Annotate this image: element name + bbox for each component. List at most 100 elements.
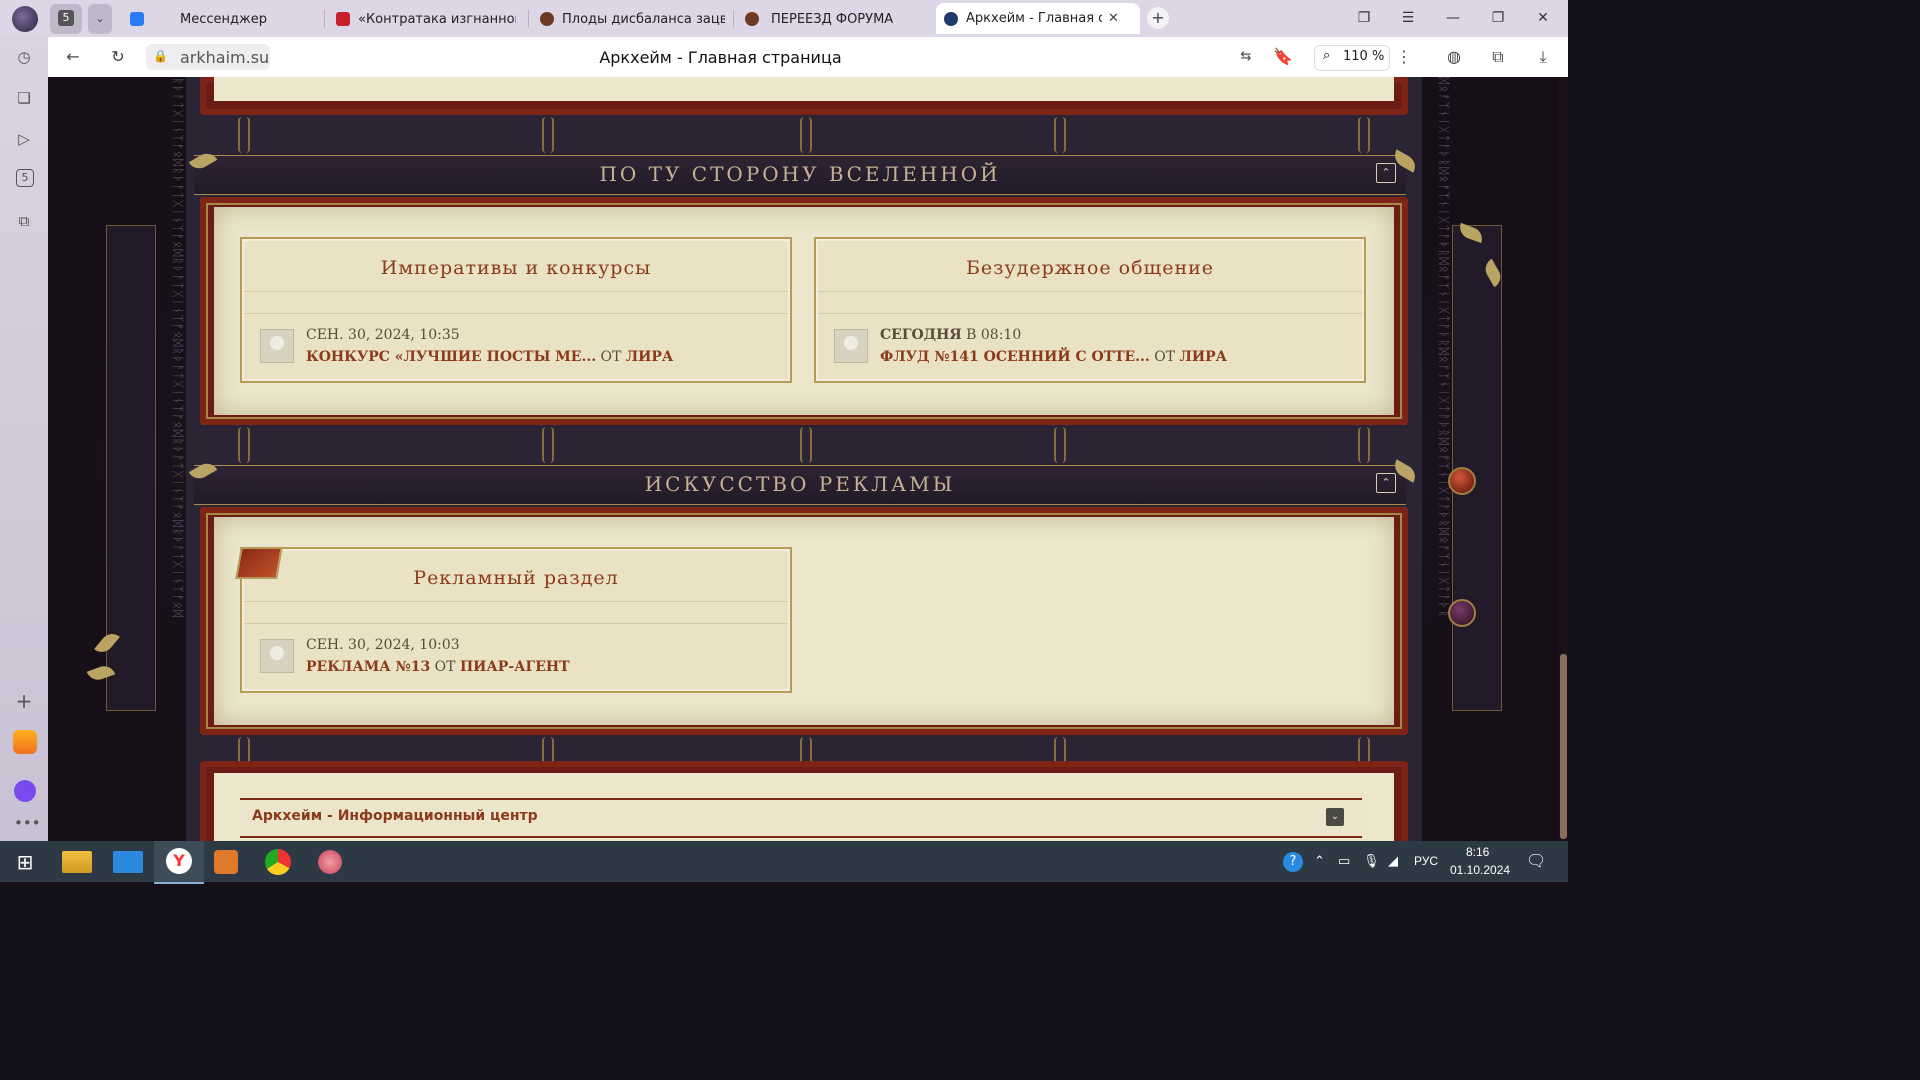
info-center-bar: Аркхейм - Информационный центр ⌄: [240, 798, 1362, 838]
previous-category-inner: [214, 77, 1394, 101]
avatar[interactable]: [834, 329, 868, 363]
previous-category-box: [200, 77, 1408, 115]
forum-card[interactable]: Рекламный раздел СЕН. 30, 2024, 10:03 РЕ…: [235, 547, 792, 693]
sidebar-tabs-badge[interactable]: 5: [16, 169, 34, 187]
tab-label: Мессенджер: [180, 11, 267, 27]
notifications-icon[interactable]: 🗨: [1526, 851, 1546, 871]
tab-plody[interactable]: Плоды дисбаланса зацве: [540, 4, 725, 34]
tab-kontrataka[interactable]: «Контратака изгнанного: [336, 4, 516, 34]
alice-icon[interactable]: [14, 780, 36, 802]
last-post-author-link[interactable]: ЛИРА: [1180, 349, 1228, 365]
kebab-menu-icon[interactable]: ⋮: [1393, 46, 1415, 68]
messenger-icon: [130, 12, 144, 26]
avatar[interactable]: [260, 639, 294, 673]
chain: [238, 117, 250, 153]
forum-card[interactable]: Безудержное общение СЕГОДНЯ В 08:10 ФЛУД…: [814, 237, 1366, 383]
translate-icon[interactable]: ⇆: [1235, 46, 1257, 68]
last-post-date: СЕН. 30, 2024, 10:03: [306, 637, 460, 653]
divider: [244, 291, 788, 292]
page-title: Аркхейм - Главная страница: [599, 48, 842, 67]
rune-border-right: ᛞᛟᚠᛉᚾᛁᚷᛏᚨᚦᚱᛞᛟᚠᛉᚾᛁᚷᛏᚨᚦᚱᛞᛟᚠᛉᚾᛁᚷᛏᚨᚦᚱᛞᛟᚠᛉᚾᛁᚷ…: [1437, 77, 1450, 619]
microphone-icon[interactable]: 🎙: [1363, 853, 1380, 869]
tab-messenger[interactable]: Мессенджер: [130, 4, 315, 34]
tab-bar: 5 ⌄ Мессенджер «Контратака изгнанного Пл…: [0, 0, 1568, 37]
reload-icon[interactable]: ↻: [107, 46, 129, 68]
divider: [244, 601, 788, 602]
collapse-category-button[interactable]: ⌃: [1376, 163, 1396, 183]
info-center-title[interactable]: Аркхейм - Информационный центр: [252, 808, 538, 824]
tabs-dropdown-icon[interactable]: ⌄: [88, 4, 112, 34]
avatar[interactable]: [260, 329, 294, 363]
clock-date[interactable]: 01.10.2024: [1450, 863, 1510, 877]
url-field[interactable]: 🔒 arkhaim.su: [146, 44, 270, 70]
download-icon[interactable]: ⤓: [1532, 46, 1554, 68]
media-player-icon[interactable]: [214, 850, 238, 874]
zoom-icon: ⌕: [1323, 48, 1331, 63]
scrollbar-thumb[interactable]: [1560, 654, 1567, 839]
windows-start-icon[interactable]: ⊞: [10, 847, 40, 877]
chain: [800, 117, 812, 153]
history-icon[interactable]: ◷: [14, 47, 34, 67]
screenshot-icon[interactable]: ⧉: [14, 211, 34, 231]
clock-time[interactable]: 8:16: [1466, 845, 1489, 859]
forum-title[interactable]: Императивы и конкурсы: [242, 257, 790, 279]
address-bar: ← ↻ 🔒 arkhaim.su Аркхейм - Главная стран…: [48, 37, 1568, 78]
expand-category-button[interactable]: ⌄: [1326, 808, 1344, 826]
video-icon[interactable]: ▷: [14, 129, 34, 149]
mail-icon[interactable]: [13, 730, 37, 754]
bookmark-icon[interactable]: 🔖: [1272, 46, 1294, 68]
tab-arkhaim-active[interactable]: Аркхейм - Главная стр ✕: [936, 3, 1140, 34]
last-post-topic-link[interactable]: РЕКЛАМА №13: [306, 659, 430, 675]
last-post-topic-link[interactable]: КОНКУРС «ЛУЧШИЕ ПОСТЫ МЕ...: [306, 349, 596, 365]
help-icon[interactable]: ?: [1283, 852, 1303, 872]
zoom-level: 110 %: [1343, 49, 1385, 64]
minimize-icon[interactable]: —: [1443, 8, 1463, 28]
tray-chevron-icon[interactable]: ⌃: [1314, 853, 1325, 869]
menu-icon[interactable]: ☰: [1398, 8, 1418, 28]
more-icon[interactable]: •••: [14, 813, 41, 833]
chrome-icon[interactable]: [265, 849, 291, 875]
battery-icon[interactable]: ▭: [1338, 853, 1350, 869]
tab-label: Аркхейм - Главная стр: [966, 11, 1102, 26]
lock-icon: 🔒: [153, 49, 168, 63]
new-tab-button[interactable]: +: [1147, 7, 1169, 29]
language-indicator[interactable]: РУС: [1414, 854, 1438, 868]
tab-counter-button[interactable]: 5: [50, 4, 82, 34]
close-tab-icon[interactable]: ✕: [1108, 11, 1119, 26]
page-scrollbar[interactable]: [1558, 77, 1568, 841]
extensions-icon[interactable]: ⧉: [1487, 46, 1509, 68]
profile-avatar[interactable]: [12, 6, 38, 32]
mail-app-icon[interactable]: [113, 851, 143, 873]
divider: [244, 623, 788, 624]
last-post-time: В 08:10: [966, 327, 1022, 343]
collapse-category-button[interactable]: ⌃: [1376, 473, 1396, 493]
last-post-date: СЕН. 30, 2024, 10:35: [306, 327, 460, 343]
yandex-browser-taskbar-icon[interactable]: Y: [154, 841, 204, 884]
site-favicon: [336, 12, 350, 26]
divider: [244, 313, 788, 314]
tab-separator: [733, 10, 734, 28]
last-post-topic-link[interactable]: ФЛУД №141 ОСЕННИЙ С ОТТЕ...: [880, 349, 1150, 365]
tabs-icon[interactable]: ❏: [14, 88, 34, 108]
last-post-author-link[interactable]: ПИАР-АГЕНТ: [460, 659, 570, 675]
vpn-icon[interactable]: ◍: [1443, 46, 1465, 68]
category-title: ИСКУССТВО РЕКЛАМЫ: [644, 472, 956, 496]
today-label: СЕГОДНЯ: [880, 327, 962, 343]
file-explorer-icon[interactable]: [62, 851, 92, 873]
url-text: arkhaim.su: [180, 48, 270, 67]
app-icon[interactable]: [318, 850, 342, 874]
tab-pereezd[interactable]: ПЕРЕЕЗД ФОРУМА: [745, 4, 925, 34]
zoom-button[interactable]: ⌕ 110 %: [1314, 45, 1390, 71]
forum-card[interactable]: Императивы и конкурсы СЕН. 30, 2024, 10:…: [240, 237, 792, 383]
add-panel-icon[interactable]: +: [14, 691, 34, 711]
forum-title[interactable]: Безудержное общение: [816, 257, 1364, 279]
close-window-icon[interactable]: ✕: [1533, 8, 1553, 28]
network-icon[interactable]: ◢: [1388, 853, 1398, 869]
last-post-author-link[interactable]: ЛИРА: [626, 349, 674, 365]
collections-icon[interactable]: ❐: [1354, 8, 1374, 28]
restore-icon[interactable]: ❐: [1488, 8, 1508, 28]
forum-title[interactable]: Рекламный раздел: [242, 567, 790, 589]
back-icon[interactable]: ←: [62, 46, 84, 68]
category-box: Рекламный раздел СЕН. 30, 2024, 10:03 РЕ…: [200, 507, 1408, 735]
chain: [1054, 117, 1066, 153]
